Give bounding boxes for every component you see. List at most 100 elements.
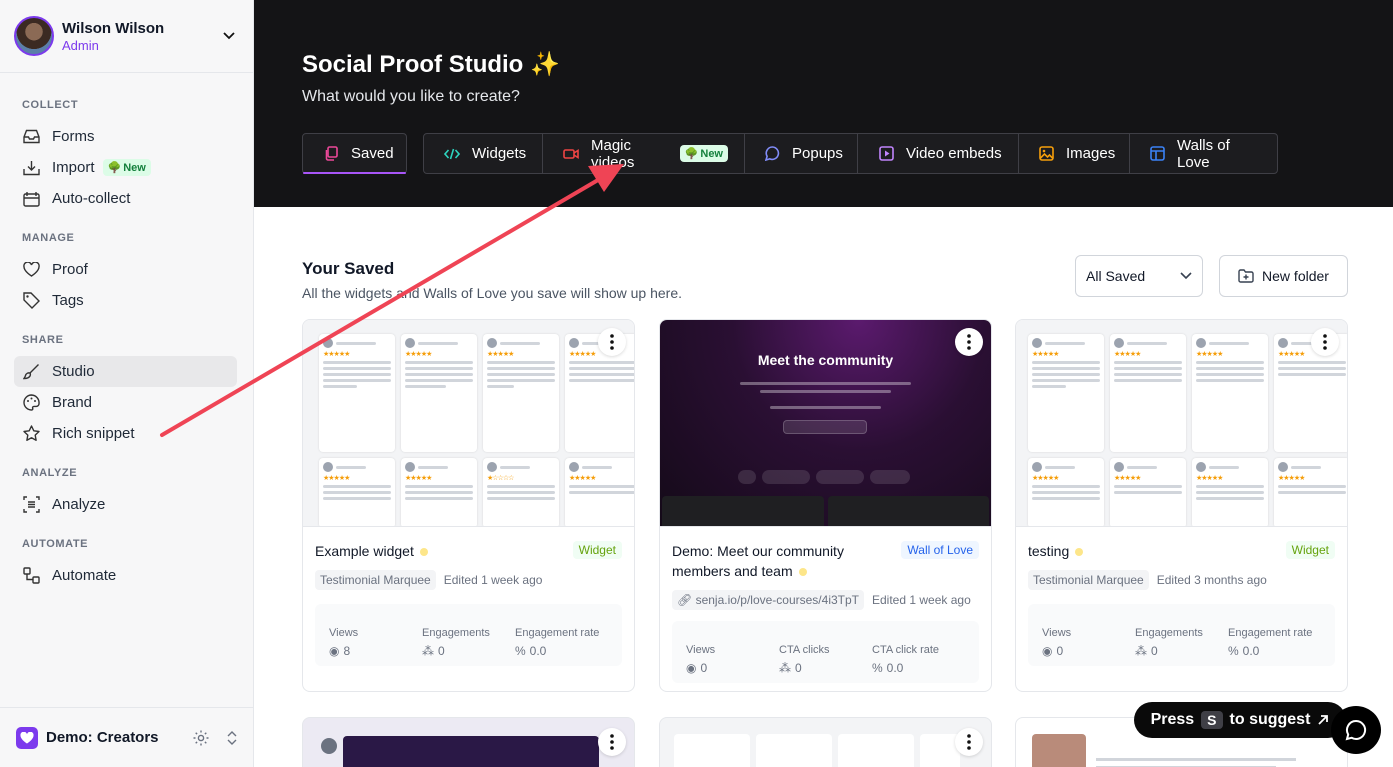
tree-icon: 🌳 <box>107 162 122 174</box>
more-vertical-icon[interactable] <box>598 328 626 356</box>
more-vertical-icon[interactable] <box>955 728 983 756</box>
stat-value: 0 <box>1151 644 1158 658</box>
saved-card[interactable]: ★★★★★ ★★★★★ ★★★★★ ★★★★★ ★★★★★ ★★★★★ ★☆☆☆… <box>302 319 635 692</box>
sidebar-item-tags[interactable]: Tags <box>14 285 237 316</box>
sidebar-item-label: Rich snippet <box>52 425 135 442</box>
shortcut-key: S <box>1201 711 1223 729</box>
sidebar: Wilson Wilson Admin COLLECT Forms Import… <box>0 0 254 767</box>
eye-icon: ◉ <box>329 644 340 658</box>
chevron-down-icon[interactable] <box>219 26 239 46</box>
card-stats: Views ◉ 0 CTA clicks ⁂ 0 CTA click rate% 0.0 <box>672 621 979 683</box>
profile-switcher[interactable]: Wilson Wilson Admin <box>0 0 253 73</box>
play-square-icon <box>878 146 894 162</box>
card-title[interactable]: testing <box>1028 541 1084 561</box>
studio-tabs: Widgets Magic videos 🌳 New Popups Video e… <box>423 133 1278 174</box>
card-stats: Views ◉ 0 Engagements ⁂ 0 Engagement rate% 0.… <box>1028 604 1335 666</box>
percent-icon: % <box>872 661 883 675</box>
sidebar-item-import[interactable]: Import 🌳 New <box>14 152 237 183</box>
section-label-automate: AUTOMATE <box>22 538 89 550</box>
type-chip: Testimonial Marquee <box>315 570 436 590</box>
download-tray-icon <box>22 159 40 177</box>
chevron-up-down-icon[interactable] <box>226 730 238 746</box>
arrow-up-right-icon <box>1317 714 1329 726</box>
sidebar-item-label: Analyze <box>52 496 106 513</box>
status-dot <box>419 548 428 557</box>
saved-card[interactable] <box>659 717 992 767</box>
sidebar-item-label: Automate <box>52 567 117 584</box>
new-folder-label: New folder <box>1262 268 1329 284</box>
inbox-icon <box>22 128 40 146</box>
tab-walls-of-love[interactable]: Walls of Love <box>1130 134 1277 173</box>
saved-card[interactable]: Meet the community Demo: Meet our commun… <box>659 319 992 692</box>
status-dot <box>798 568 807 577</box>
more-vertical-icon[interactable] <box>955 328 983 356</box>
tab-label: Saved <box>351 145 394 162</box>
card-preview[interactable]: ★★★★★ ★★★★★ ★★★★★ ★★★★★ ★★★★★ ★★★★★ ★★★★… <box>1016 320 1347 527</box>
folder-plus-icon <box>1238 269 1254 283</box>
card-preview[interactable]: Meet the community <box>660 320 991 527</box>
stat-label: CTA click rate <box>872 644 940 656</box>
tab-label: Magic videos <box>591 136 635 171</box>
suggest-press: Press <box>1150 711 1195 728</box>
tab-widgets[interactable]: Widgets <box>424 134 543 173</box>
tab-images[interactable]: Images <box>1019 134 1130 173</box>
stat-label: Engagements <box>1135 627 1203 639</box>
click-icon: ⁂ <box>422 644 434 658</box>
stat-value: 0.0 <box>1242 644 1260 658</box>
image-icon <box>1039 146 1054 162</box>
edited-time: Edited 3 months ago <box>1156 573 1267 587</box>
sidebar-item-label: Import <box>52 159 95 176</box>
stat-label: Views <box>329 627 359 639</box>
saved-filter-select[interactable]: All Saved <box>1075 255 1203 297</box>
video-camera-icon <box>563 146 579 162</box>
tab-popups[interactable]: Popups <box>745 134 858 173</box>
sidebar-item-brand[interactable]: Brand <box>14 387 237 418</box>
sidebar-item-label: Proof <box>52 261 88 278</box>
sidebar-item-label: Studio <box>52 363 95 380</box>
more-vertical-icon[interactable] <box>598 728 626 756</box>
heart-logo-icon <box>16 726 38 749</box>
card-title[interactable]: Example widget <box>315 541 428 561</box>
saved-card[interactable] <box>302 717 635 767</box>
profile-role: Admin <box>62 37 99 53</box>
stat-value: 0 <box>1056 644 1064 658</box>
sidebar-item-studio[interactable]: Studio <box>14 356 237 387</box>
stat-value: 0.0 <box>529 644 547 658</box>
sidebar-item-rich-snippet[interactable]: Rich snippet <box>14 418 237 449</box>
code-icon <box>444 146 460 162</box>
card-preview[interactable]: ★★★★★ ★★★★★ ★★★★★ ★★★★★ ★★★★★ ★★★★★ ★☆☆☆… <box>303 320 634 527</box>
status-dot <box>1075 548 1084 557</box>
suggest-button[interactable]: Press S to suggest <box>1134 702 1346 738</box>
sidebar-item-label: Auto-collect <box>52 190 131 207</box>
chat-launcher-button[interactable] <box>1331 706 1381 754</box>
gear-icon[interactable] <box>192 729 210 747</box>
card-title[interactable]: Demo: Meet our community members and tea… <box>672 541 892 581</box>
type-badge: Wall of Love <box>901 541 979 559</box>
section-label-collect: COLLECT <box>22 99 79 111</box>
tab-saved[interactable]: Saved <box>302 133 407 174</box>
tree-icon: 🌳 <box>684 148 699 160</box>
stat-value: 0 <box>700 661 708 675</box>
type-chip: Testimonial Marquee <box>1028 570 1149 590</box>
new-folder-button[interactable]: New folder <box>1219 255 1348 297</box>
list-scan-icon <box>22 496 40 514</box>
edited-time: Edited 1 week ago <box>872 593 971 607</box>
sidebar-item-automate[interactable]: Automate <box>14 560 237 591</box>
palette-icon <box>22 394 40 412</box>
tab-label: Walls of Love <box>1177 136 1230 171</box>
tab-video-embeds[interactable]: Video embeds <box>858 134 1019 173</box>
tab-magic-videos[interactable]: Magic videos 🌳 New <box>543 134 745 173</box>
tag-icon <box>22 292 40 310</box>
sidebar-item-proof[interactable]: Proof <box>14 254 237 285</box>
workspace-switcher[interactable]: Demo: Creators <box>0 707 254 767</box>
card-stats: Views ◉ 8 Engagements ⁂ 0 Engagement rate% 0.… <box>315 604 622 666</box>
more-vertical-icon[interactable] <box>1311 328 1339 356</box>
suggest-label: to suggest <box>1229 711 1311 728</box>
saved-card[interactable]: ★★★★★ ★★★★★ ★★★★★ ★★★★★ ★★★★★ ★★★★★ ★★★★… <box>1015 319 1348 692</box>
sidebar-item-forms[interactable]: Forms <box>14 121 237 152</box>
sidebar-item-analyze[interactable]: Analyze <box>14 489 237 520</box>
sidebar-item-auto-collect[interactable]: Auto-collect <box>14 183 237 214</box>
auto-collect-icon <box>22 190 40 208</box>
stat-label: Engagement rate <box>1228 627 1313 639</box>
share-link-chip[interactable]: 🔗︎ senja.io/p/love-courses/4i3TpT <box>672 590 864 610</box>
